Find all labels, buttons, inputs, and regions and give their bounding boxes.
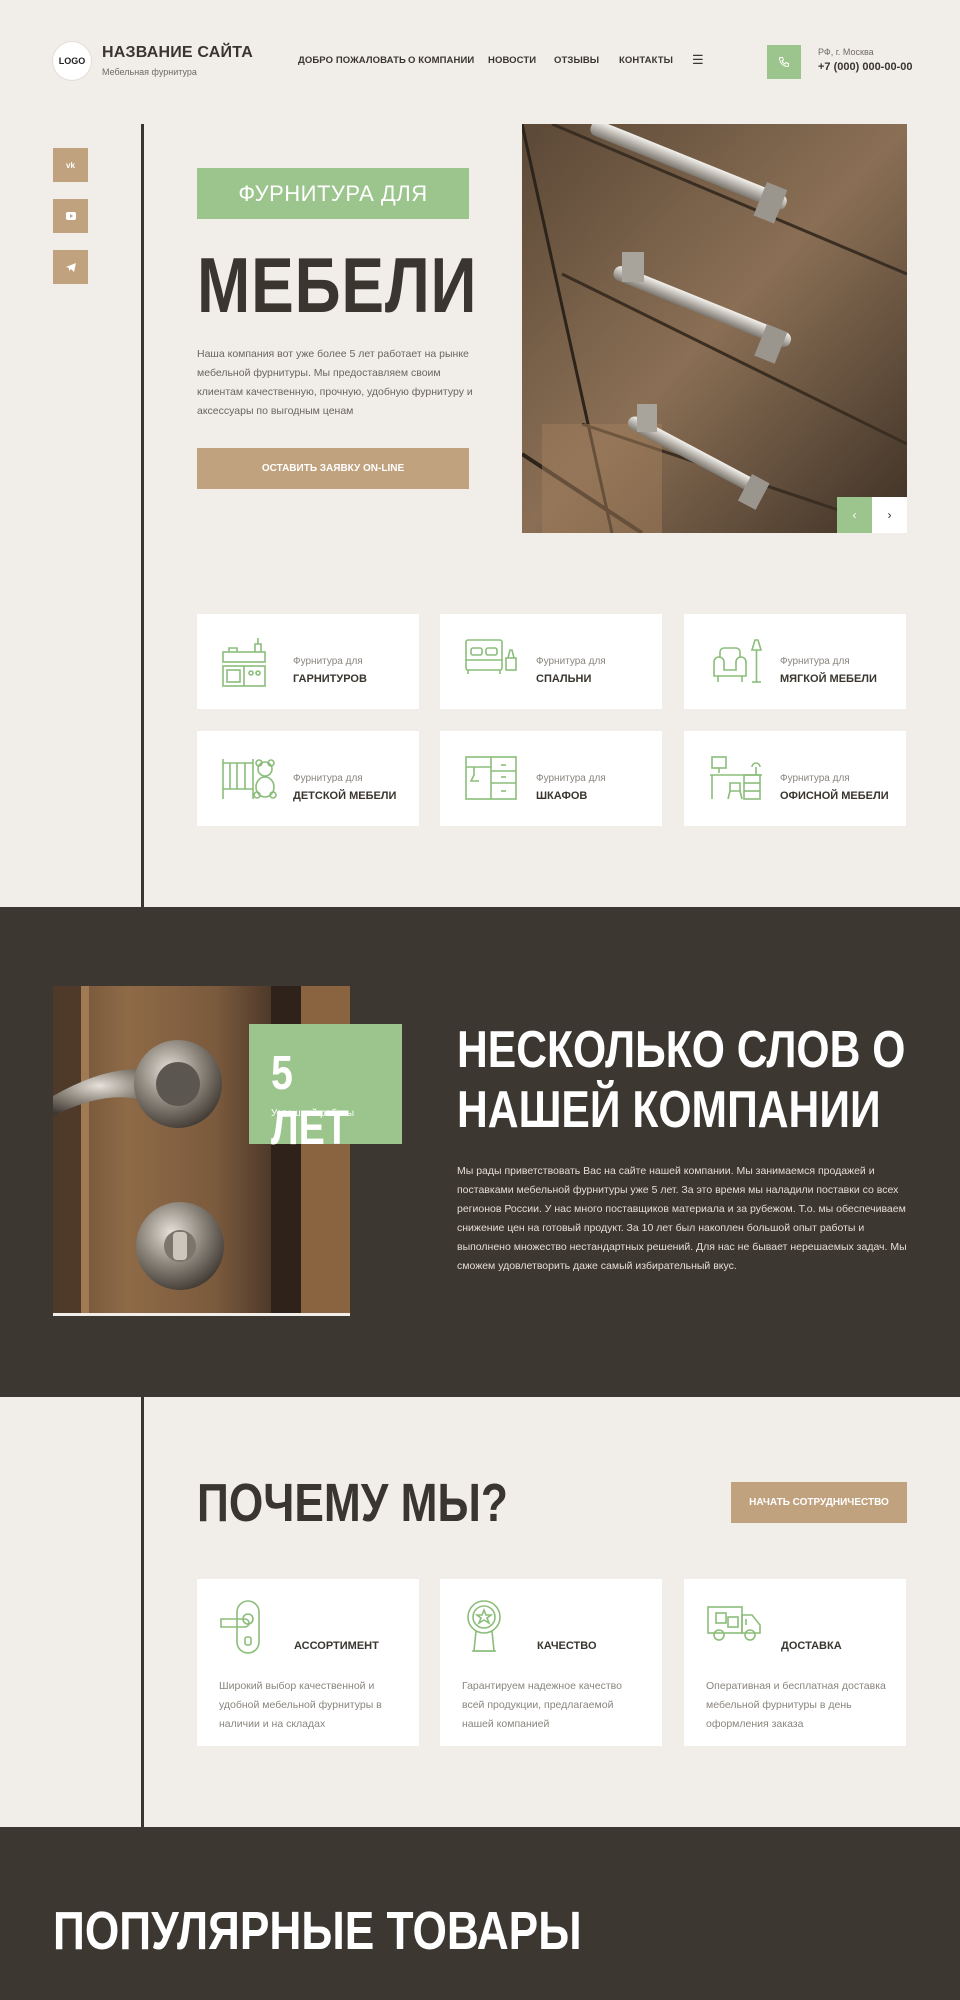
- phone-button[interactable]: [767, 45, 801, 79]
- decorative-rail: [141, 1397, 144, 1827]
- nav-item-contacts[interactable]: КОНТАКТЫ: [619, 55, 673, 66]
- site-tagline: Мебельная фурнитура: [102, 67, 197, 77]
- crib-icon: [222, 759, 277, 799]
- category-name: СПАЛЬНИ: [536, 673, 592, 685]
- request-online-button[interactable]: ОСТАВИТЬ ЗАЯВКУ ON-LINE: [197, 448, 469, 489]
- award-icon: [467, 1600, 501, 1652]
- experience-badge: 5 ЛЕТ Успешной работы: [249, 1024, 402, 1155]
- decorative-rail: [141, 124, 144, 907]
- region-label: РФ, г. Москва: [818, 47, 874, 57]
- category-card-kids[interactable]: Фурнитура для ДЕТСКОЙ МЕБЕЛИ: [197, 731, 419, 826]
- logo[interactable]: LOGO: [53, 42, 91, 80]
- category-name: ГАРНИТУРОВ: [293, 673, 367, 685]
- category-card-bedroom[interactable]: Фурнитура для СПАЛЬНИ: [440, 614, 662, 709]
- category-card-sets[interactable]: Фурнитура для ГАРНИТУРОВ: [197, 614, 419, 709]
- nav-item-about[interactable]: О КОМПАНИИ: [408, 55, 474, 66]
- door-handle-icon: [220, 1600, 260, 1654]
- youtube-button[interactable]: [53, 199, 88, 233]
- slider-prev-button[interactable]: ‹: [837, 497, 872, 533]
- category-prefix: Фурнитура для: [536, 656, 606, 667]
- category-prefix: Фурнитура для: [780, 656, 850, 667]
- why-card-title: ДОСТАВКА: [781, 1640, 842, 1652]
- youtube-icon: [65, 212, 76, 220]
- phone-number[interactable]: +7 (000) 000-00-00: [818, 61, 912, 73]
- why-card-title: КАЧЕСТВО: [537, 1640, 597, 1652]
- why-us-title: ПОЧЕМУ МЫ?: [197, 1473, 508, 1533]
- category-prefix: Фурнитура для: [293, 773, 363, 784]
- telegram-button[interactable]: [53, 250, 88, 284]
- category-card-wardrobes[interactable]: Фурнитура для ШКАФОВ: [440, 731, 662, 826]
- nav-item-welcome[interactable]: ДОБРО ПОЖАЛОВАТЬ: [298, 55, 406, 66]
- category-prefix: Фурнитура для: [293, 656, 363, 667]
- category-name: ОФИСНОЙ МЕБЕЛИ: [780, 790, 889, 802]
- about-title: НЕСКОЛЬКО СЛОВ О НАШЕЙ КОМПАНИИ: [457, 1021, 906, 1139]
- office-desk-icon: [710, 756, 762, 800]
- bed-icon: [465, 639, 517, 674]
- nav-item-reviews[interactable]: ОТЗЫВЫ: [554, 55, 599, 66]
- why-card-delivery: ДОСТАВКА Оперативная и бесплатная достав…: [684, 1579, 906, 1746]
- hero-image-drawer-handles: [522, 124, 907, 533]
- category-card-upholstered[interactable]: Фурнитура для МЯГКОЙ МЕБЕЛИ: [684, 614, 906, 709]
- vk-button[interactable]: vk: [53, 148, 88, 182]
- category-card-office[interactable]: Фурнитура для ОФИСНОЙ МЕБЕЛИ: [684, 731, 906, 826]
- why-card-text: Оперативная и бесплатная доставка мебель…: [706, 1680, 886, 1730]
- truck-icon: [707, 1606, 761, 1641]
- kitchen-icon: [222, 638, 266, 687]
- phone-icon: [778, 57, 789, 68]
- about-description: Мы рады приветствовать Вас на сайте наше…: [457, 1165, 907, 1272]
- site-name[interactable]: НАЗВАНИЕ САЙТА: [102, 44, 253, 62]
- wardrobe-icon: [465, 756, 517, 800]
- start-cooperation-button[interactable]: НАЧАТЬ СОТРУДНИЧЕСТВО: [731, 1482, 907, 1523]
- why-card-quality: КАЧЕСТВО Гарантируем надежное качество в…: [440, 1579, 662, 1746]
- popular-products-title: ПОПУЛЯРНЫЕ ТОВАРЫ: [53, 1901, 582, 1961]
- category-name: МЯГКОЙ МЕБЕЛИ: [780, 673, 877, 685]
- vk-icon: vk: [66, 160, 75, 170]
- category-name: ДЕТСКОЙ МЕБЕЛИ: [293, 790, 397, 802]
- why-card-text: Гарантируем надежное качество всей проду…: [462, 1680, 622, 1730]
- why-card-assortment: АССОРТИМЕНТ Широкий выбор качественной и…: [197, 1579, 419, 1746]
- slider-next-button[interactable]: ›: [872, 497, 907, 533]
- nav-item-news[interactable]: НОВОСТИ: [488, 55, 536, 66]
- hero-tag: ФУРНИТУРА ДЛЯ: [197, 168, 469, 219]
- menu-icon[interactable]: ☰: [692, 52, 704, 68]
- armchair-icon: [713, 639, 762, 683]
- telegram-icon: [65, 262, 76, 272]
- category-name: ШКАФОВ: [536, 790, 588, 802]
- why-card-text: Широкий выбор качественной и удобной меб…: [219, 1680, 382, 1730]
- category-prefix: Фурнитура для: [780, 773, 850, 784]
- hero-description: Наша компания вот уже более 5 лет работа…: [197, 348, 473, 417]
- category-prefix: Фурнитура для: [536, 773, 606, 784]
- badge-caption: Успешной работы: [271, 1108, 355, 1119]
- badge-years: 5 ЛЕТ: [271, 1047, 349, 1155]
- why-card-title: АССОРТИМЕНТ: [294, 1640, 379, 1652]
- hero-title: МЕБЕЛИ: [197, 241, 478, 329]
